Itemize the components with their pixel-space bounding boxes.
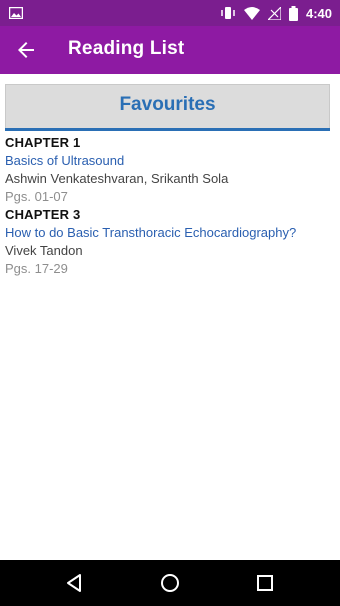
status-time: 4:40 xyxy=(305,5,332,21)
vibrate-icon xyxy=(220,6,236,20)
chapter-title-link[interactable]: Basics of Ultrasound xyxy=(5,152,330,170)
status-icons: 4:40 xyxy=(220,4,332,22)
battery-icon xyxy=(288,5,298,21)
back-icon[interactable] xyxy=(64,572,86,594)
app-bar: Reading List xyxy=(0,26,340,74)
home-icon[interactable] xyxy=(159,572,181,594)
tab-indicator xyxy=(5,128,330,131)
chapter-authors: Ashwin Venkateshvaran, Srikanth Sola xyxy=(5,171,229,186)
chapter-label: CHAPTER 3 xyxy=(5,207,81,222)
tab-favourites[interactable]: Favourites xyxy=(5,84,330,131)
wifi-icon xyxy=(243,6,260,20)
tab-label: Favourites xyxy=(119,94,216,115)
chapter-pages: Pgs. 17-29 xyxy=(5,261,68,276)
chapter-label: CHAPTER 1 xyxy=(5,135,81,150)
no-signal-icon xyxy=(267,6,281,20)
recents-icon[interactable] xyxy=(254,572,276,594)
image-icon xyxy=(8,6,24,20)
status-bar: 4:40 xyxy=(0,0,340,26)
navigation-bar xyxy=(0,560,340,606)
list-item[interactable]: CHAPTER 3 How to do Basic Transthoracic … xyxy=(5,206,330,278)
chapter-pages: Pgs. 01-07 xyxy=(5,189,68,204)
reading-list: CHAPTER 1 Basics of Ultrasound Ashwin Ve… xyxy=(5,134,330,278)
list-item[interactable]: CHAPTER 1 Basics of Ultrasound Ashwin Ve… xyxy=(5,134,330,206)
arrow-left-icon[interactable] xyxy=(14,38,38,62)
chapter-authors: Vivek Tandon xyxy=(5,243,83,258)
page-title: Reading List xyxy=(68,38,185,59)
chapter-title-link[interactable]: How to do Basic Transthoracic Echocardio… xyxy=(5,224,330,242)
